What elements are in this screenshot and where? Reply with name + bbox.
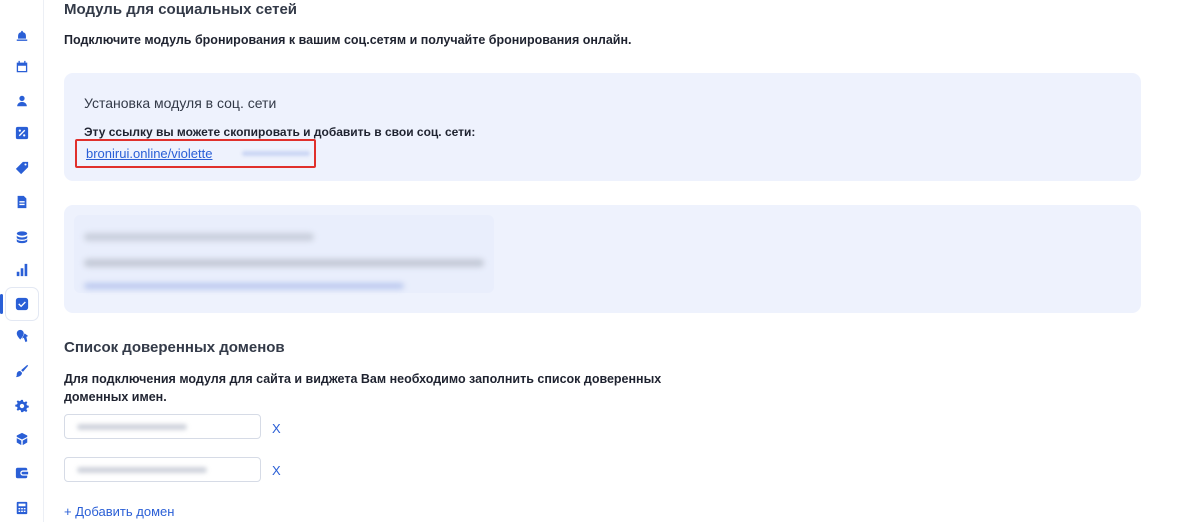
sidebar-item-brush[interactable] — [6, 355, 38, 387]
trusted-domains-title: Список доверенных доменов — [64, 339, 285, 356]
sidebar-item-wallet[interactable] — [6, 457, 38, 489]
user-icon — [17, 95, 27, 107]
calculator-icon — [16, 501, 28, 515]
blurred-text — [84, 259, 484, 267]
sidebar-item-coins[interactable] — [6, 221, 38, 253]
trusted-domains-description-line1: Для подключения модуля для сайта и видже… — [64, 372, 662, 386]
social-section-description: Подключите модуль бронирования к вашим с… — [64, 33, 632, 47]
sidebar-item-pin[interactable] — [6, 320, 38, 352]
sidebar-item-document[interactable] — [6, 186, 38, 218]
remove-domain-1-button[interactable]: X — [272, 421, 281, 436]
add-domain-link[interactable]: + Добавить домен — [64, 504, 174, 519]
document-icon — [17, 195, 27, 209]
coins-icon — [16, 231, 28, 244]
install-card-title: Установка модуля в соц. сети — [84, 95, 277, 111]
sidebar-item-user[interactable] — [6, 85, 38, 117]
remove-domain-2-button[interactable]: X — [272, 463, 281, 478]
install-module-card: Установка модуля в соц. сети Эту ссылку … — [64, 73, 1141, 181]
sidebar-item-bell[interactable] — [6, 20, 38, 52]
booking-module-link[interactable]: bronirui.online/violette — [86, 146, 212, 161]
install-card-text: Эту ссылку вы можете скопировать и добав… — [84, 125, 476, 139]
check-badge-icon — [15, 297, 29, 311]
sidebar-item-percent[interactable] — [6, 117, 38, 149]
pin-icon — [16, 329, 29, 343]
blurred-domain-value — [77, 424, 187, 430]
gear-icon — [15, 399, 29, 413]
blurred-link — [84, 283, 404, 289]
sidebar-item-gear[interactable] — [6, 390, 38, 422]
sidebar-item-box[interactable] — [6, 423, 38, 455]
bar-chart-icon — [16, 263, 28, 277]
blurred-card — [64, 205, 1141, 313]
trusted-domains-description-line2: доменных имен. — [64, 390, 167, 404]
link-highlight-box: bronirui.online/violette — [75, 139, 316, 168]
social-section-title: Модуль для социальных сетей — [64, 1, 298, 18]
calendar-icon — [16, 60, 28, 73]
domain-input-1[interactable] — [64, 414, 261, 439]
blurred-domain-value — [77, 467, 207, 473]
blurred-title — [84, 233, 314, 241]
wallet-icon — [15, 467, 29, 479]
bell-icon — [16, 30, 28, 41]
sidebar-item-calculator[interactable] — [6, 492, 38, 524]
sidebar — [0, 0, 44, 522]
domain-input-2[interactable] — [64, 457, 261, 482]
brush-icon — [15, 364, 29, 378]
percent-icon — [15, 126, 29, 140]
blurred-link-suffix — [242, 151, 310, 156]
tag-icon — [15, 161, 29, 175]
sidebar-item-check-badge[interactable] — [0, 288, 38, 320]
box-icon — [16, 432, 28, 446]
sidebar-item-tag[interactable] — [6, 152, 38, 184]
sidebar-item-bar-chart[interactable] — [6, 254, 38, 286]
sidebar-item-calendar[interactable] — [6, 51, 38, 83]
blurred-card-content — [74, 215, 494, 293]
